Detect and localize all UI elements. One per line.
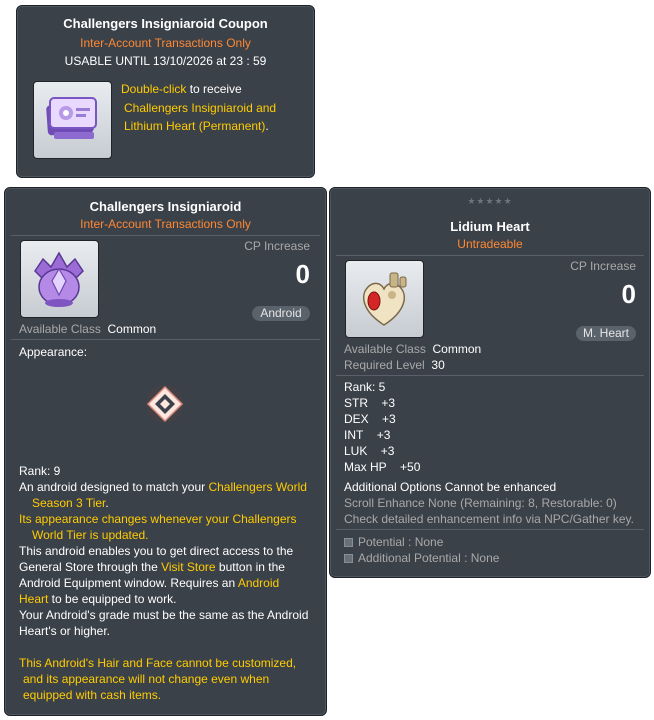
stat-row: Max HP +50 [344, 460, 421, 474]
android-available-class: Available Class Common [19, 322, 157, 336]
divider [336, 255, 644, 256]
additional-potential-bullet-icon [344, 554, 353, 564]
heart-available-class: Available Class Common [344, 342, 482, 356]
stat-row: STR +3 [344, 396, 396, 410]
divider [336, 375, 644, 376]
insignia-icon [34, 251, 84, 307]
android-cp-value: 0 [295, 259, 310, 289]
heart-cp-value: 0 [621, 279, 636, 309]
star-rating: ★★★★★ [467, 196, 513, 206]
coupon-usable-until: USABLE UNTIL 13/10/2026 at 23 : 59 [64, 54, 267, 68]
android-rank: Rank: 9 [19, 464, 61, 478]
mechanical-heart-icon [362, 272, 407, 326]
coupon-description-line-2: Challengers Insigniaroid and [124, 101, 277, 115]
stat-row: LUK +3 [344, 444, 395, 458]
potential-row: Potential : None [344, 534, 443, 550]
android-tooltip: Challengers Insigniaroid Inter-Account T… [4, 187, 327, 716]
divider [11, 339, 320, 340]
heart-tooltip: ★★★★★ Lidium Heart Untradeable CP Increa… [329, 187, 651, 578]
coupon-item-icon [33, 81, 112, 159]
enhance-info-hint: Check detailed enhancement info via NPC/… [344, 512, 634, 526]
android-title: Challengers Insigniaroid [89, 199, 242, 214]
android-cp-label: CP Increase [244, 239, 310, 253]
heart-trade-restriction: Untradeable [457, 237, 523, 251]
coupon-ticket-icon [46, 97, 97, 139]
heart-item-icon [345, 260, 424, 338]
stat-row: DEX +3 [344, 412, 396, 426]
potential-bullet-icon [344, 538, 353, 548]
heart-rank: Rank: 5 [344, 380, 386, 394]
android-type-badge: Android [252, 306, 310, 321]
additional-potential-row: Additional Potential : None [344, 550, 499, 566]
coupon-tooltip: Challengers Insigniaroid Coupon Inter-Ac… [16, 5, 315, 178]
divider [11, 235, 320, 236]
coupon-description-line-1: Double-click to receive [121, 82, 242, 96]
coupon-trade-restriction: Inter-Account Transactions Only [80, 36, 251, 50]
divider [336, 529, 644, 530]
android-trade-restriction: Inter-Account Transactions Only [80, 217, 251, 231]
stat-row: INT +3 [344, 428, 391, 442]
heart-title: Lidium Heart [450, 219, 530, 234]
heart-required-level: Required Level 30 [344, 358, 445, 372]
double-click-hint: Double-click [121, 82, 187, 96]
heart-cp-label: CP Increase [570, 259, 636, 273]
android-item-icon [20, 240, 99, 318]
scroll-enhance: Scroll Enhance None (Remaining: 8, Resto… [344, 496, 617, 510]
coupon-title: Challengers Insigniaroid Coupon [63, 16, 268, 31]
additional-options: Additional Options Cannot be enhanced [344, 480, 557, 494]
appearance-preview-icon [146, 385, 184, 423]
coupon-description-line-3: Lithium Heart (Permanent). [124, 119, 269, 133]
appearance-label: Appearance: [19, 345, 88, 359]
heart-type-badge: M. Heart [576, 326, 636, 341]
